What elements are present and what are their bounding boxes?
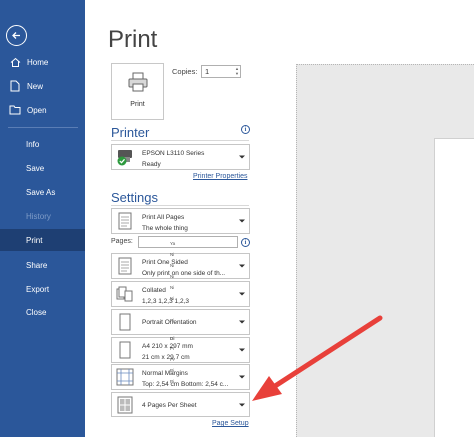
print-button-label: Print: [130, 101, 145, 108]
page-setup-link[interactable]: Page Setup: [212, 420, 249, 427]
nav-print[interactable]: Print: [0, 229, 85, 251]
collation-line1: Collated: [142, 287, 166, 294]
preview-text: Pi: [170, 379, 175, 384]
preview-page: [434, 138, 474, 437]
chevron-down-icon: [239, 375, 245, 379]
nav-new-label: New: [27, 81, 44, 91]
collated-icon: [115, 284, 135, 304]
chevron-down-icon: [239, 264, 245, 268]
nav-history-label: History: [26, 211, 51, 221]
copies-value: 1: [205, 67, 210, 76]
nav-export[interactable]: Export: [0, 278, 85, 300]
preview-text: Pi: [170, 346, 175, 351]
sides-line1: Print One Sided: [142, 259, 188, 266]
chevron-down-icon: [239, 348, 245, 352]
pages-input[interactable]: [138, 236, 238, 248]
preview-text: Ni: [170, 252, 175, 257]
printer-status: Ready: [142, 161, 161, 168]
copies-label: Copies:: [172, 67, 198, 76]
margins-line1: Normal Margins: [142, 370, 188, 377]
printer-info-icon[interactable]: i: [241, 125, 250, 134]
paper-size-select[interactable]: A4 210 x 297 mm 21 cm x 29,7 cm: [111, 337, 250, 363]
chevron-down-icon: [239, 403, 245, 406]
chevron-down-icon: [239, 292, 245, 296]
orientation-select[interactable]: Portrait Orientation: [111, 309, 250, 335]
collation-select[interactable]: Collated 1,2,3 1,2,3 1,2,3: [111, 281, 250, 307]
chevron-down-icon: [239, 155, 245, 159]
pages-per-sheet-select[interactable]: 4 Pages Per Sheet: [111, 392, 250, 417]
sides-select[interactable]: Print One Sided Only print on one side o…: [111, 253, 250, 279]
chevron-down-icon: [239, 219, 245, 223]
nav-print-label: Print: [26, 235, 43, 245]
printer-icon: [127, 71, 149, 98]
nav-export-label: Export: [26, 284, 50, 294]
preview-text: Ni: [170, 296, 175, 301]
pages-per-sheet-line1: 4 Pages Per Sheet: [142, 402, 197, 409]
sidebar-divider: [8, 127, 78, 128]
nav-open[interactable]: Open: [0, 99, 85, 121]
preview-text: Ni: [170, 274, 175, 279]
preview-text: Pi: [170, 368, 175, 373]
nav-save[interactable]: Save: [0, 157, 85, 179]
printer-name: EPSON L3110 Series: [142, 150, 205, 157]
printer-ready-icon: [115, 147, 135, 167]
orientation-line1: Portrait Orientation: [142, 319, 197, 326]
back-arrow-icon[interactable]: [6, 25, 27, 46]
pages-per-sheet-icon: [115, 395, 135, 415]
nav-home-label: Home: [27, 57, 49, 67]
nav-close[interactable]: Close: [0, 301, 85, 323]
nav-share-label: Share: [26, 260, 48, 270]
home-icon: [9, 56, 21, 68]
nav-info-label: Info: [26, 139, 40, 149]
chevron-down-icon: [239, 320, 245, 324]
printer-divider: [111, 140, 249, 141]
printer-properties-link[interactable]: Printer Properties: [193, 173, 247, 180]
preview-text: Di: [170, 336, 175, 341]
print-range-select[interactable]: Print All Pages The whole thing: [111, 208, 250, 234]
print-button[interactable]: Print: [111, 63, 164, 120]
margins-icon: [115, 367, 135, 387]
print-range-line1: Print All Pages: [142, 214, 185, 221]
preview-text: Pi: [170, 318, 175, 323]
nav-home[interactable]: Home: [0, 51, 85, 73]
paper-size-icon: [115, 340, 135, 360]
nav-save-as-label: Save As: [26, 187, 56, 197]
spin-arrows-icon[interactable]: ▲ ▼: [235, 66, 239, 76]
preview-text: Ya: [170, 241, 176, 246]
nav-new[interactable]: New: [0, 75, 85, 97]
pages-info-icon[interactable]: i: [241, 238, 250, 247]
backstage-sidebar: Home New Open Info Save Save As History …: [0, 0, 85, 437]
folder-icon: [9, 104, 21, 116]
printer-select[interactable]: EPSON L3110 Series Ready: [111, 144, 250, 170]
nav-save-label: Save: [26, 163, 45, 173]
nav-history: History: [0, 205, 85, 227]
preview-text: Pi: [170, 357, 175, 362]
paper-size-line1: A4 210 x 297 mm: [142, 343, 193, 350]
new-doc-icon: [9, 80, 21, 92]
preview-text: Ni: [170, 263, 175, 268]
margins-line2: Top: 2,54 cm Bottom: 2,54 c...: [142, 381, 229, 388]
pages-icon: [115, 211, 135, 231]
nav-info[interactable]: Info: [0, 133, 85, 155]
settings-heading: Settings: [111, 190, 158, 205]
collation-line2: 1,2,3 1,2,3 1,2,3: [142, 298, 189, 305]
sides-line2: Only print on one side of th...: [142, 270, 226, 277]
margins-select[interactable]: Normal Margins Top: 2,54 cm Bottom: 2,54…: [111, 364, 250, 390]
printer-heading: Printer: [111, 125, 150, 140]
portrait-icon: [115, 312, 135, 332]
one-sided-icon: [115, 256, 135, 276]
paper-size-line2: 21 cm x 29,7 cm: [142, 354, 190, 361]
nav-share[interactable]: Share: [0, 254, 85, 276]
nav-close-label: Close: [26, 307, 47, 317]
nav-open-label: Open: [27, 105, 47, 115]
nav-save-as[interactable]: Save As: [0, 181, 85, 203]
print-range-line2: The whole thing: [142, 225, 188, 232]
print-preview[interactable]: [296, 64, 474, 437]
page-title: Print: [108, 26, 158, 53]
pages-label: Pages:: [111, 238, 133, 245]
copies-stepper[interactable]: 1 ▲ ▼: [201, 65, 241, 78]
settings-divider: [111, 205, 249, 206]
preview-text: Ni: [170, 285, 175, 290]
